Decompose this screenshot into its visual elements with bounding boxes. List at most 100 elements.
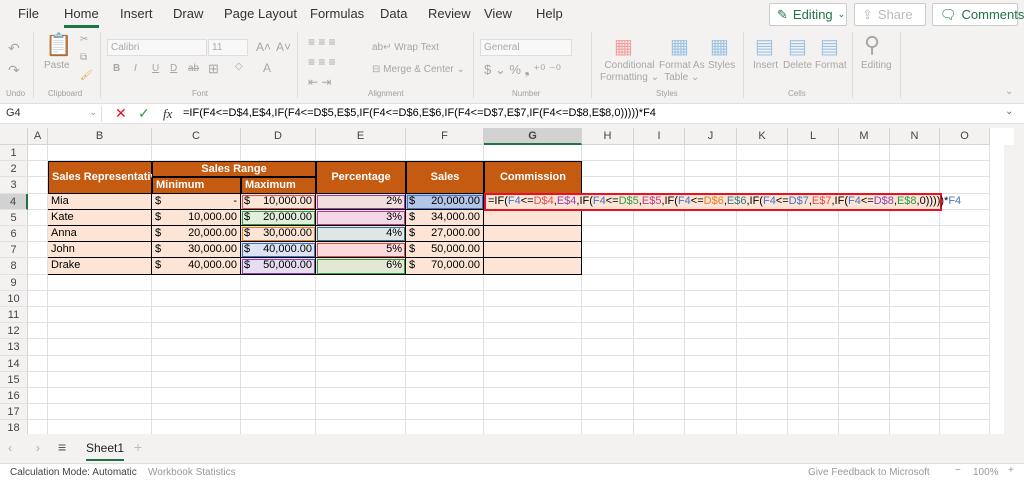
cell[interactable] xyxy=(484,290,582,307)
row-header-2[interactable]: 2 xyxy=(0,161,28,178)
cell[interactable] xyxy=(28,161,48,178)
merge-center-button[interactable]: ⊟ Merge & Center ⌄ xyxy=(372,64,465,75)
cell[interactable] xyxy=(839,161,890,178)
tab-data[interactable]: Data xyxy=(380,6,407,21)
min-cell[interactable]: $20,000.00 xyxy=(152,226,241,243)
cell[interactable] xyxy=(28,420,48,434)
cell[interactable] xyxy=(890,290,940,307)
cell[interactable] xyxy=(484,145,582,162)
cell[interactable] xyxy=(28,323,48,340)
column-header-D[interactable]: D xyxy=(241,128,316,145)
cell[interactable] xyxy=(737,371,788,388)
cell[interactable] xyxy=(634,242,685,259)
cell[interactable] xyxy=(28,339,48,356)
tab-draw[interactable]: Draw xyxy=(173,6,203,21)
cell[interactable] xyxy=(634,290,685,307)
cell[interactable] xyxy=(685,307,737,324)
cell[interactable] xyxy=(316,307,406,324)
cell[interactable] xyxy=(582,258,634,275)
cell[interactable] xyxy=(737,420,788,434)
cell[interactable] xyxy=(241,404,316,421)
cell[interactable] xyxy=(890,258,940,275)
wrap-text-button[interactable]: ab↵ Wrap Text xyxy=(372,42,439,53)
cell[interactable] xyxy=(940,145,990,162)
cell[interactable] xyxy=(737,161,788,178)
cell[interactable] xyxy=(685,339,737,356)
cell[interactable] xyxy=(940,371,990,388)
bold-icon[interactable]: B xyxy=(113,63,120,74)
cell[interactable] xyxy=(634,226,685,243)
column-header-O[interactable]: O xyxy=(940,128,990,145)
column-header-A[interactable]: A xyxy=(28,128,48,145)
cell[interactable] xyxy=(890,274,940,291)
cell[interactable] xyxy=(316,404,406,421)
font-name-select[interactable]: Calibri xyxy=(107,39,207,56)
cell[interactable] xyxy=(788,209,839,226)
cell[interactable] xyxy=(839,177,890,194)
cell[interactable] xyxy=(48,388,152,405)
cell[interactable] xyxy=(685,274,737,291)
cell[interactable] xyxy=(316,355,406,372)
cell[interactable] xyxy=(406,388,484,405)
editing-mode-button[interactable]: ✎ Editing ⌄ xyxy=(769,3,847,26)
prev-sheet-icon[interactable]: ‹ xyxy=(8,441,12,455)
fill-color-icon[interactable]: ◇ xyxy=(235,61,243,72)
column-header-F[interactable]: F xyxy=(406,128,484,145)
cell[interactable] xyxy=(582,404,634,421)
comments-button[interactable]: 🗨 Comments xyxy=(932,3,1024,26)
cell[interactable] xyxy=(241,355,316,372)
cell[interactable] xyxy=(582,274,634,291)
row-header-11[interactable]: 11 xyxy=(0,307,28,324)
cell[interactable] xyxy=(316,388,406,405)
cell[interactable] xyxy=(940,161,990,178)
cell[interactable] xyxy=(788,274,839,291)
commission-cell[interactable] xyxy=(484,209,582,226)
cell[interactable] xyxy=(484,307,582,324)
undo-icon[interactable]: ↶ xyxy=(8,40,20,57)
cell[interactable] xyxy=(940,388,990,405)
cell[interactable] xyxy=(839,371,890,388)
cell[interactable] xyxy=(839,145,890,162)
cell[interactable] xyxy=(634,420,685,434)
formula-input[interactable]: =IF(F4<=D$4,E$4,IF(F4<=D$5,E$5,IF(F4<=D$… xyxy=(183,107,656,119)
cell[interactable] xyxy=(28,371,48,388)
row-header-1[interactable]: 1 xyxy=(0,145,28,162)
cell[interactable] xyxy=(737,339,788,356)
cell[interactable] xyxy=(316,339,406,356)
cell[interactable] xyxy=(737,323,788,340)
cell[interactable] xyxy=(940,226,990,243)
rep-name[interactable]: Mia xyxy=(48,193,152,210)
cell[interactable] xyxy=(940,307,990,324)
cell[interactable] xyxy=(685,161,737,178)
cell[interactable] xyxy=(685,290,737,307)
cell[interactable] xyxy=(839,339,890,356)
cell[interactable] xyxy=(788,226,839,243)
cell[interactable] xyxy=(634,209,685,226)
cell[interactable] xyxy=(582,323,634,340)
cell[interactable] xyxy=(152,145,241,162)
tab-home[interactable]: Home xyxy=(64,6,99,28)
cell[interactable] xyxy=(634,323,685,340)
column-header-B[interactable]: B xyxy=(48,128,152,145)
cell[interactable] xyxy=(316,323,406,340)
cell-styles-button[interactable]: Styles xyxy=(708,60,735,71)
column-header-N[interactable]: N xyxy=(890,128,940,145)
column-header-C[interactable]: C xyxy=(152,128,241,145)
cell[interactable] xyxy=(940,242,990,259)
cell[interactable] xyxy=(839,242,890,259)
format-as-table-button[interactable]: Format As Table ⌄ xyxy=(659,60,705,84)
font-color-icon[interactable]: A xyxy=(263,61,271,75)
cell[interactable] xyxy=(788,258,839,275)
cell[interactable] xyxy=(737,242,788,259)
cell[interactable] xyxy=(940,355,990,372)
cell[interactable] xyxy=(484,388,582,405)
cell[interactable] xyxy=(890,242,940,259)
cell[interactable] xyxy=(685,420,737,434)
cell[interactable] xyxy=(685,388,737,405)
cell[interactable] xyxy=(316,145,406,162)
cell[interactable] xyxy=(152,307,241,324)
cell[interactable] xyxy=(634,258,685,275)
cell[interactable] xyxy=(788,339,839,356)
column-header-L[interactable]: L xyxy=(788,128,839,145)
column-header-G[interactable]: G xyxy=(484,128,582,145)
